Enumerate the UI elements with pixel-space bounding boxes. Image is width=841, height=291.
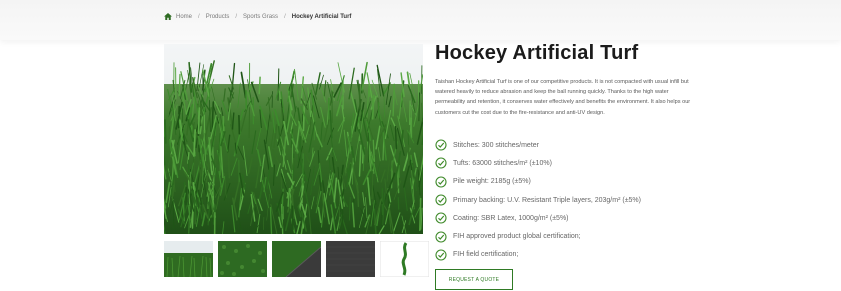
feature-item: FIH field certification; — [435, 246, 641, 264]
feature-text: Stitches: 300 stitches/meter — [453, 142, 539, 149]
breadcrumb: Home / Products / Sports Grass / Hockey … — [164, 13, 351, 20]
thumbnail-5[interactable] — [380, 241, 429, 277]
thumbnail-strip — [164, 241, 429, 277]
feature-text: FIH field certification; — [453, 251, 518, 258]
feature-text: Pile weight: 2185g (±5%) — [453, 178, 531, 185]
thumbnail-3[interactable] — [272, 241, 321, 277]
breadcrumb-bar: Home / Products / Sports Grass / Hockey … — [0, 0, 841, 40]
check-circle-icon — [435, 212, 447, 224]
breadcrumb-separator: / — [235, 14, 237, 20]
grass-blade — [402, 131, 403, 144]
feature-text: Tufts: 63000 stitches/m² (±10%) — [453, 160, 552, 167]
grass-blade — [369, 86, 370, 96]
check-circle-icon — [435, 157, 447, 169]
grass-blade — [419, 93, 420, 121]
feature-item: Tufts: 63000 stitches/m² (±10%) — [435, 154, 641, 172]
home-icon[interactable] — [164, 13, 172, 20]
grass-blade — [420, 199, 421, 231]
breadcrumb-separator: / — [198, 14, 200, 20]
product-main-image[interactable] — [164, 44, 423, 234]
thumbnail-2[interactable] — [218, 241, 267, 277]
grass-blade — [396, 127, 397, 149]
grass-blade — [373, 95, 374, 119]
grass-blade — [223, 117, 224, 131]
thumbnail-4[interactable] — [326, 241, 375, 277]
feature-item: FIH approved product global certificatio… — [435, 227, 641, 245]
turf-photo — [164, 44, 423, 234]
feature-item: Primary backing: U.V. Resistant Triple l… — [435, 191, 641, 209]
grass-blade — [359, 85, 360, 110]
feature-item: Pile weight: 2185g (±5%) — [435, 173, 641, 191]
check-circle-icon — [435, 231, 447, 243]
grass-blade — [179, 75, 180, 96]
check-circle-icon — [435, 139, 447, 151]
grass-blade — [165, 120, 166, 143]
breadcrumb-category[interactable]: Sports Grass — [243, 14, 278, 20]
breadcrumb-current: Hockey Artificial Turf — [292, 14, 352, 20]
grass-blade — [199, 108, 200, 133]
feature-text: Coating: SBR Latex, 1000g/m² (±5%) — [453, 215, 569, 222]
grass-blade — [239, 116, 240, 134]
feature-item: Stitches: 300 stitches/meter — [435, 136, 641, 154]
grass-blade — [259, 77, 260, 93]
breadcrumb-separator: / — [284, 14, 286, 20]
feature-item: Coating: SBR Latex, 1000g/m² (±5%) — [435, 209, 641, 227]
feature-text: FIH approved product global certificatio… — [453, 233, 581, 240]
check-circle-icon — [435, 194, 447, 206]
breadcrumb-products[interactable]: Products — [206, 14, 230, 20]
thumbnail-1[interactable] — [164, 241, 213, 277]
feature-text: Primary backing: U.V. Resistant Triple l… — [453, 197, 641, 204]
check-circle-icon — [435, 249, 447, 261]
breadcrumb-home[interactable]: Home — [176, 14, 192, 20]
feature-list: Stitches: 300 stitches/meter Tufts: 6300… — [435, 136, 641, 264]
grass-blade — [173, 201, 174, 228]
product-title: Hockey Artificial Turf — [435, 42, 638, 65]
product-description: Taishan Hockey Artificial Turf is one of… — [435, 77, 700, 118]
check-circle-icon — [435, 176, 447, 188]
